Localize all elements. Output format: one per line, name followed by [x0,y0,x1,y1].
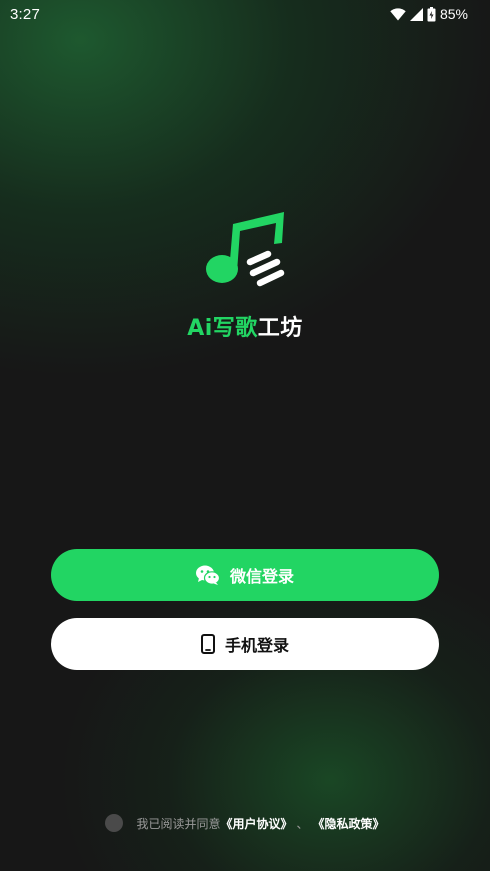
signal-icon [409,7,423,21]
agreement-separator: 、 [296,816,309,831]
wechat-icon [195,565,220,585]
phone-login-label: 手机登录 [224,636,289,655]
wechat-login-button[interactable]: 微信登录 [51,549,439,601]
app-title-accent: Ai写歌 [187,316,258,341]
app-title: Ai写歌工坊 [0,310,490,342]
status-bar: 3:27 85% [0,0,490,28]
agreement-prefix: 我已阅读并同意 [136,816,221,831]
battery-icon [427,6,436,22]
phone-login-button[interactable]: 手机登录 [51,618,439,670]
status-time: 3:27 [10,5,40,23]
music-note-icon [200,210,290,292]
wechat-login-label: 微信登录 [229,567,294,586]
battery-percent: 85% [439,6,468,22]
privacy-policy-link[interactable]: 《隐私政策》 [313,815,385,832]
agreement-checkbox[interactable] [105,814,124,832]
status-icons: 85% [390,6,468,22]
wifi-icon [390,7,406,21]
app-title-rest: 工坊 [257,316,303,341]
agreement-row: 我已阅读并同意 《用户协议》 、 《隐私政策》 [0,814,490,832]
phone-icon [200,634,215,654]
user-agreement-link[interactable]: 《用户协议》 [220,815,292,832]
